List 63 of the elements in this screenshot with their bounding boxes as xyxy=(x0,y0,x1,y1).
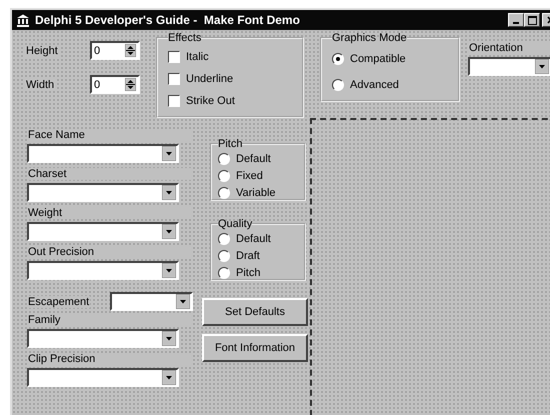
dropdown-arrow-icon[interactable] xyxy=(162,224,176,239)
checkbox-label: Italic xyxy=(186,51,209,63)
checkbox[interactable] xyxy=(168,73,180,85)
group-title: Quality xyxy=(218,218,252,230)
checkbox[interactable] xyxy=(168,51,180,63)
dropdown-arrow-icon[interactable] xyxy=(162,370,176,385)
radio-label: Variable xyxy=(236,186,276,198)
radio-button[interactable] xyxy=(332,79,344,91)
field-label: Family xyxy=(27,314,193,326)
dropdown-field[interactable] xyxy=(27,183,179,202)
field-label: Height xyxy=(25,44,59,56)
dropdown-field[interactable] xyxy=(110,292,193,311)
dropdown-arrow-icon[interactable] xyxy=(162,185,176,200)
dropdown-field[interactable] xyxy=(468,57,550,76)
window-title: Delphi 5 Developer's Guide - Make Font Demo xyxy=(35,13,300,27)
building-icon xyxy=(16,14,30,26)
dropdown-arrow-icon[interactable] xyxy=(176,294,190,309)
radio-label: Draft xyxy=(236,250,260,262)
spin-arrows-icon[interactable] xyxy=(125,78,136,91)
checkbox-label: Strike Out xyxy=(186,95,235,107)
dropdown-arrow-icon[interactable] xyxy=(162,331,176,346)
spin-field[interactable]: 0 xyxy=(90,75,140,94)
radio-button[interactable] xyxy=(332,53,344,65)
spin-arrows-icon[interactable] xyxy=(125,44,136,57)
radio-button[interactable] xyxy=(218,170,230,182)
radio-label: Advanced xyxy=(350,79,399,91)
maximize-button[interactable] xyxy=(524,13,540,27)
radio-button[interactable] xyxy=(218,250,230,262)
field-label: Face Name xyxy=(27,129,193,141)
field-label: Orientation xyxy=(468,42,550,54)
push-button[interactable]: Set Defaults xyxy=(202,298,308,326)
dropdown-field[interactable] xyxy=(27,329,179,348)
radio-label: Pitch xyxy=(236,266,260,278)
radio-button[interactable] xyxy=(218,232,230,244)
dropdown-field[interactable] xyxy=(27,144,179,163)
dropdown-arrow-icon[interactable] xyxy=(535,59,549,74)
dropdown-arrow-icon[interactable] xyxy=(162,263,176,278)
radio-label: Fixed xyxy=(236,170,263,182)
dropdown-field[interactable] xyxy=(27,222,179,241)
group-title: Graphics Mode xyxy=(332,32,407,44)
field-label: Out Precision xyxy=(27,246,193,258)
field-label: Clip Precision xyxy=(27,353,193,365)
radio-button[interactable] xyxy=(218,186,230,198)
group-title: Effects xyxy=(168,32,202,44)
radio-label: Default xyxy=(236,152,271,164)
radio-label: Compatible xyxy=(350,53,406,65)
dropdown-field[interactable] xyxy=(27,368,179,387)
dropdown-arrow-icon[interactable] xyxy=(162,146,176,161)
maximize-icon xyxy=(528,16,536,24)
push-button[interactable]: Font Information xyxy=(202,334,308,362)
checkbox[interactable] xyxy=(168,95,180,107)
group-title: Pitch xyxy=(218,138,242,150)
field-label: Weight xyxy=(27,207,193,219)
field-label: Escapement xyxy=(27,296,90,308)
dropdown-field[interactable] xyxy=(27,261,179,280)
spin-field[interactable]: 0 xyxy=(90,41,140,60)
radio-button[interactable] xyxy=(218,152,230,164)
radio-button[interactable] xyxy=(218,266,230,278)
minimize-button[interactable] xyxy=(508,13,524,27)
field-label: Width xyxy=(25,78,56,90)
field-label: Charset xyxy=(27,168,193,180)
radio-label: Default xyxy=(236,232,271,244)
checkbox-label: Underline xyxy=(186,73,234,85)
